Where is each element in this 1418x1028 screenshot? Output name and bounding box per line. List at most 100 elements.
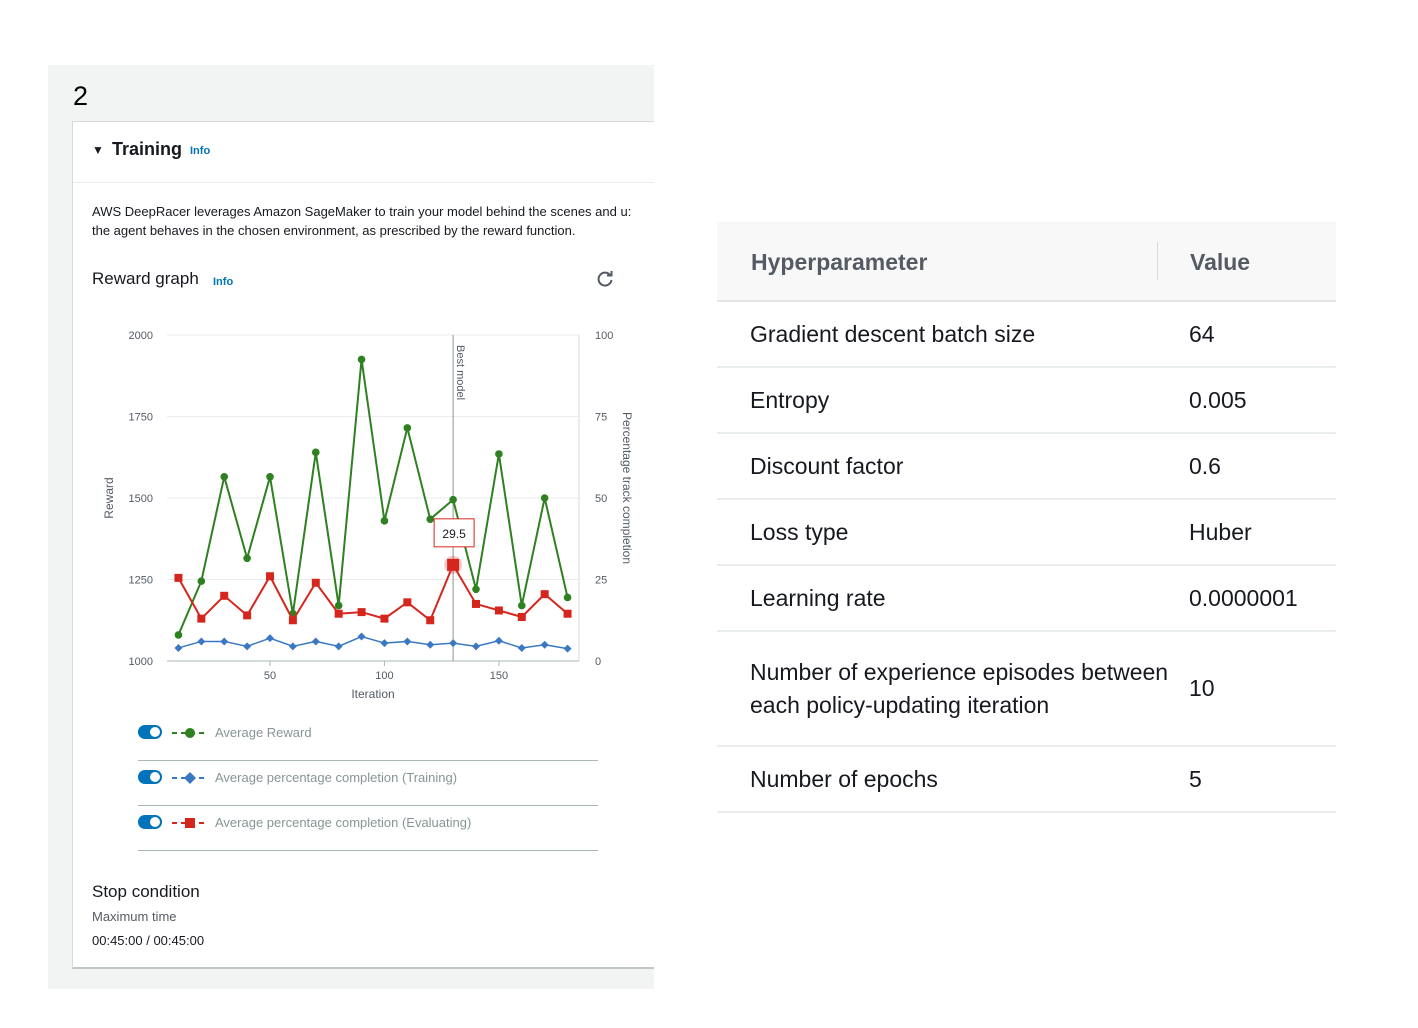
legend-label: Average percentage completion (Training) [215,770,458,785]
table-row: Learning rate 0.0000001 [717,566,1336,632]
data-point [311,448,320,457]
data-point [449,639,458,648]
legend-swatch-circle-icon [172,728,208,738]
data-point [288,642,297,651]
data-point [288,616,297,625]
highlight-point [447,558,460,571]
best-model-label: Best model [454,345,466,400]
data-point [311,637,320,646]
hyperparameter-table: Hyperparameter Value Gradient descent ba… [717,222,1336,813]
data-point [243,554,251,563]
data-point [380,639,389,648]
y2-tick-label: 0 [595,656,601,668]
series-line [178,635,568,650]
series-line [177,562,569,623]
table-body: Gradient descent batch size 64 Entropy 0.00… [717,302,1336,813]
header-value[interactable]: Value [1190,249,1250,276]
y2-tick-label: 100 [595,330,613,342]
data-point [517,612,526,621]
data-point [426,515,435,523]
data-point [220,473,229,481]
training-panel: 2 ▼ Training Info AWS DeepRacer leverage… [48,65,654,989]
header-divider [1157,242,1158,280]
training-card: ▼ Training Info AWS DeepRacer leverages … [72,121,654,969]
data-point [266,634,274,643]
y-axis-label: Reward [102,477,116,518]
stop-condition-label: Maximum time [92,909,177,924]
reward-chart: 1000 1250 1500 1750 2000 0 25 50 75 100 50 100 150 It… [102,330,634,701]
hyperparameter-value: 0.005 [1189,386,1247,413]
legend-item: Average percentage completion (Evaluatin… [138,807,598,851]
data-point [334,642,343,651]
y-tick-label: 1500 [129,493,153,505]
data-point [403,598,412,607]
series-toggle[interactable] [138,815,162,829]
stop-condition-value: 00:45:00 / 00:45:00 [92,933,205,948]
data-point [243,642,252,651]
legend-label: Average Reward [215,725,312,740]
hyperparameter-value: 10 [1189,675,1215,701]
data-point [517,643,526,652]
step-number: 2 [73,81,89,111]
table-row: Discount factor 0.6 [717,434,1336,500]
header-hyperparameter[interactable]: Hyperparameter [751,249,927,276]
data-point [540,590,549,599]
data-point [563,644,572,653]
table-row: Number of experience episodes between ea… [717,632,1336,747]
data-point [426,616,435,625]
series-toggle[interactable] [138,770,162,784]
y-tick-label: 1250 [129,575,153,587]
data-point [540,640,549,649]
data-point [472,585,480,594]
data-point [517,601,526,610]
data-point [563,609,572,618]
data-point [494,606,503,615]
data-point [311,578,320,587]
legend-swatch-square-icon [172,818,208,828]
data-point [357,608,366,617]
x-axis-label: Iteration [351,687,394,701]
data-point [494,636,503,645]
hyperparameter-value: 64 [1189,320,1215,347]
hyperparameter-name: Loss type [750,518,849,545]
hyperparameter-value: 0.0000001 [1189,584,1298,611]
hyperparameter-value: Huber [1189,518,1252,545]
hyperparameter-value: 5 [1189,765,1202,792]
series-toggle[interactable] [138,725,162,739]
x-tick-label: 150 [490,670,508,682]
hyperparameter-name: Discount factor [750,452,904,479]
data-point [334,601,343,610]
data-point [495,450,503,458]
x-tick-label: 50 [264,670,276,682]
data-point [540,494,549,502]
data-point [197,637,206,646]
table-row: Gradient descent batch size 64 [717,302,1336,368]
hyperparameter-name: Entropy [750,386,830,413]
data-point [472,599,480,608]
data-point [449,495,457,504]
data-point [380,614,389,623]
data-point [403,637,412,646]
hyperparameter-name: Number of experience episodes between ea… [750,658,1169,718]
table-row: Number of epochs 5 [717,747,1336,813]
legend-label: Average percentage completion (Evaluatin… [215,815,472,830]
table-row: Entropy 0.005 [717,368,1336,434]
y2-axis-label: Percentage track completion [620,412,634,564]
y-tick-label: 2000 [129,330,153,342]
stop-condition-title: Stop condition [92,882,200,901]
legend-item: Average Reward [138,717,598,761]
data-point [426,640,435,649]
data-point [174,631,183,639]
data-point [197,614,206,623]
hyperparameter-name: Learning rate [750,584,886,611]
data-point [266,572,274,581]
chart-legend: Average Reward Average percentage complet… [138,717,598,852]
hyperparameter-value: 0.6 [1189,452,1221,479]
data-point [266,473,274,481]
data-point [334,609,343,618]
data-point [563,593,572,602]
data-point [472,642,480,651]
data-point [197,577,206,585]
data-point [403,424,412,432]
data-point [357,632,366,641]
